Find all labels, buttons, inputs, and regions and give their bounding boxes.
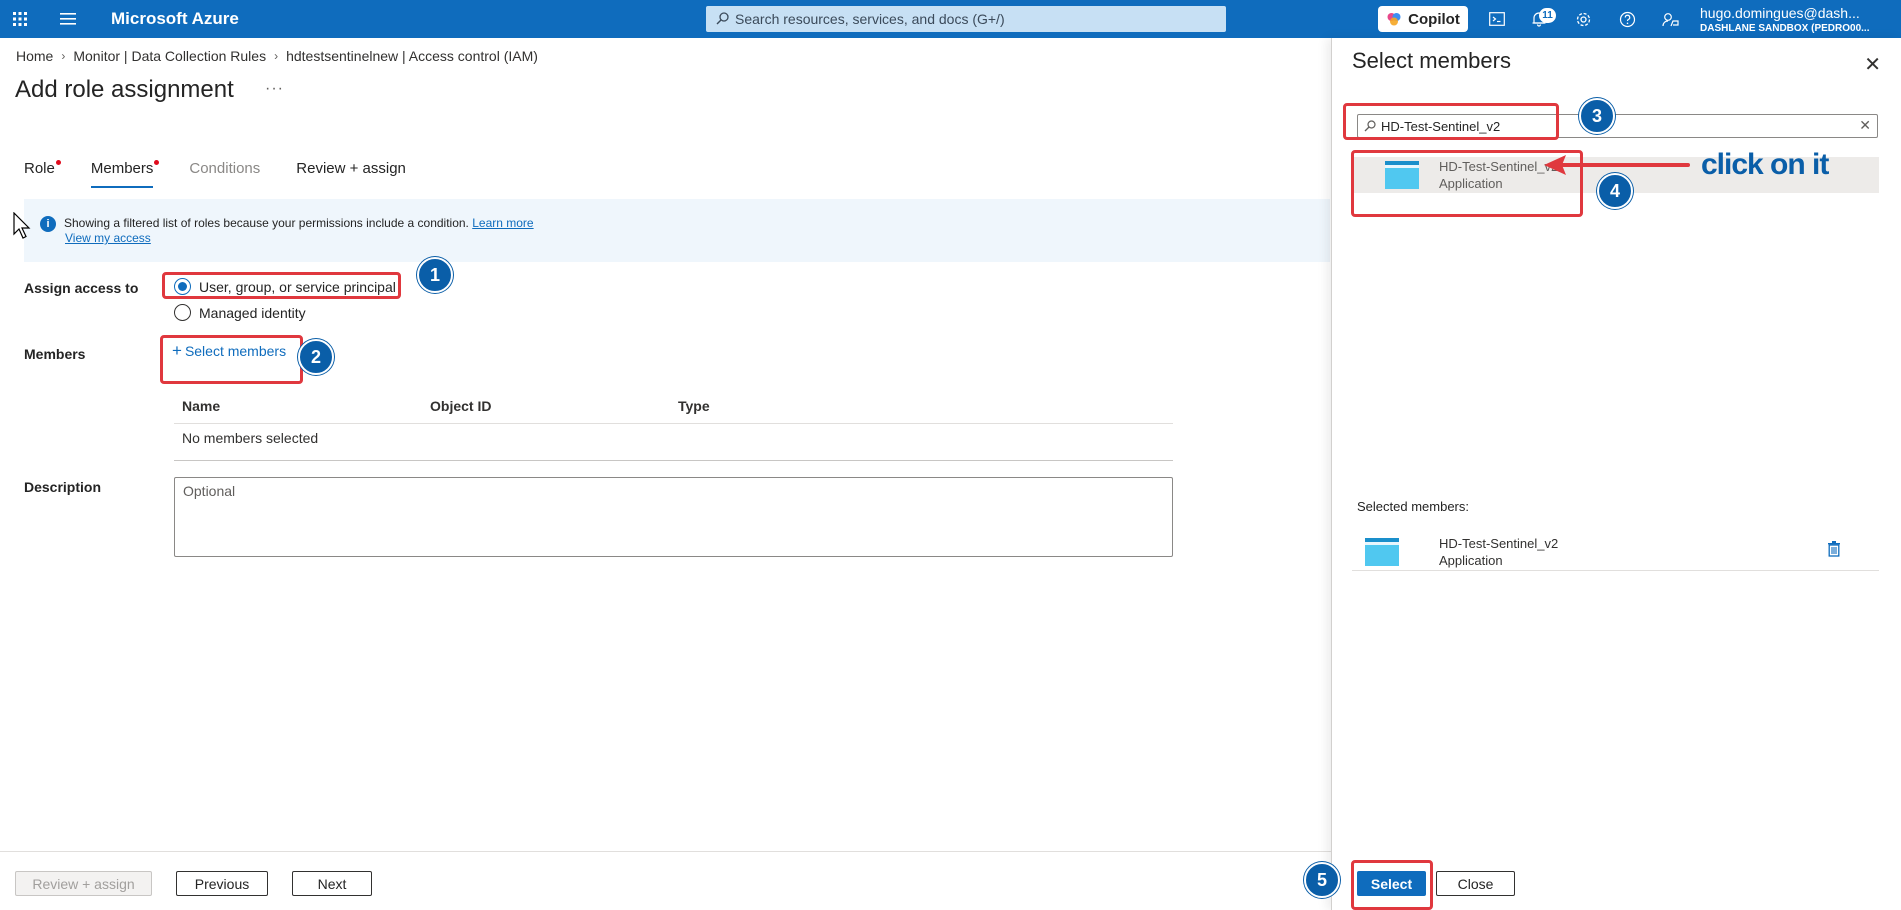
radio-button[interactable]	[174, 304, 191, 321]
selected-member-name: HD-Test-Sentinel_v2	[1439, 536, 1559, 551]
click-on-it-annotation: click on it	[1701, 148, 1829, 181]
tab-label: Role	[24, 160, 55, 177]
annotation-box-5	[1351, 860, 1433, 910]
required-dot-icon	[154, 160, 160, 165]
tab-role[interactable]: Role	[24, 160, 61, 188]
table-divider	[174, 423, 1173, 424]
tab-members[interactable]: Members	[90, 160, 160, 188]
selected-member-type: Application	[1439, 553, 1503, 568]
close-icon[interactable]: ✕	[1864, 52, 1881, 77]
breadcrumb-access-control[interactable]: hdtestsentinelnew | Access control (IAM)	[286, 48, 538, 64]
app-launcher-icon[interactable]	[10, 0, 30, 38]
column-name: Name	[182, 398, 221, 414]
assign-access-label: Assign access to	[24, 280, 139, 296]
wizard-tabs: Role Members Conditions Review + assign	[24, 160, 442, 188]
settings-gear-icon[interactable]	[1573, 0, 1593, 38]
feedback-icon[interactable]	[1660, 0, 1680, 38]
page-title: Add role assignment	[15, 76, 234, 103]
help-icon[interactable]	[1617, 0, 1637, 38]
required-dot-icon	[55, 160, 61, 165]
chevron-right-icon: ›	[274, 49, 279, 63]
selected-divider	[1352, 570, 1879, 571]
tab-conditions[interactable]: Conditions	[189, 160, 260, 188]
breadcrumb-data-collection-rules[interactable]: Monitor | Data Collection Rules	[73, 48, 266, 64]
breadcrumb: Home › Monitor | Data Collection Rules ›…	[16, 48, 538, 64]
copilot-button[interactable]: Copilot	[1378, 6, 1468, 32]
search-placeholder: Search resources, services, and docs (G+…	[735, 11, 1005, 27]
mouse-cursor-icon	[13, 212, 31, 239]
learn-more-link[interactable]: Learn more	[472, 216, 533, 230]
annotation-box-2	[160, 335, 303, 384]
description-textarea[interactable]: Optional	[174, 477, 1173, 557]
selected-members-label: Selected members:	[1357, 499, 1469, 514]
next-button[interactable]: Next	[292, 871, 372, 896]
previous-button[interactable]: Previous	[176, 871, 268, 896]
clear-search-icon[interactable]: ✕	[1859, 117, 1871, 134]
close-button[interactable]: Close	[1436, 871, 1515, 896]
top-bar: Microsoft Azure Search resources, servic…	[0, 0, 1901, 38]
tab-label: Conditions	[189, 160, 261, 177]
account-name[interactable]: hugo.domingues@dash...	[1700, 5, 1860, 21]
breadcrumb-home[interactable]: Home	[16, 48, 53, 64]
tab-label: Review + assign	[296, 160, 406, 177]
global-search-input[interactable]: Search resources, services, and docs (G+…	[706, 6, 1226, 32]
view-my-access-link[interactable]: View my access	[65, 231, 151, 245]
step-badge-1: 1	[417, 257, 453, 293]
column-type: Type	[678, 398, 710, 414]
copilot-icon	[1387, 13, 1401, 26]
step-badge-2: 2	[298, 339, 334, 375]
brand-name[interactable]: Microsoft Azure	[111, 9, 239, 29]
members-label: Members	[24, 346, 86, 362]
arrow-left-icon	[1544, 155, 1690, 175]
annotation-box-3	[1343, 103, 1559, 140]
column-object-id: Object ID	[430, 398, 492, 414]
account-directory[interactable]: DASHLANE SANDBOX (PEDRO00...	[1700, 23, 1869, 34]
notifications-badge: 11	[1539, 8, 1556, 23]
step-badge-3: 3	[1579, 98, 1615, 134]
radio-label: Managed identity	[199, 304, 306, 321]
description-label: Description	[24, 479, 102, 495]
application-icon	[1365, 538, 1399, 566]
radio-managed-identity[interactable]: Managed identity	[174, 304, 306, 321]
more-options-icon[interactable]: ···	[265, 80, 284, 98]
chevron-right-icon: ›	[61, 49, 66, 63]
info-message: Showing a filtered list of roles because…	[64, 216, 534, 230]
table-divider	[174, 460, 1173, 461]
panel-title: Select members	[1352, 48, 1511, 73]
annotation-box-1	[162, 272, 401, 299]
review-assign-button[interactable]: Review + assign	[15, 871, 152, 896]
empty-members-message: No members selected	[182, 430, 319, 446]
hamburger-menu-icon[interactable]	[58, 0, 78, 38]
tab-review-assign[interactable]: Review + assign	[296, 160, 406, 188]
cloud-shell-icon[interactable]	[1487, 0, 1507, 38]
info-text: Showing a filtered list of roles because…	[64, 216, 469, 230]
info-banner: i Showing a filtered list of roles becau…	[24, 199, 1330, 262]
footer-divider	[0, 851, 1331, 852]
copilot-label: Copilot	[1408, 10, 1460, 28]
info-icon: i	[40, 216, 56, 232]
step-badge-5: 5	[1304, 862, 1340, 898]
trash-icon[interactable]	[1827, 541, 1841, 557]
search-icon	[716, 12, 729, 25]
tab-label: Members	[90, 160, 154, 177]
